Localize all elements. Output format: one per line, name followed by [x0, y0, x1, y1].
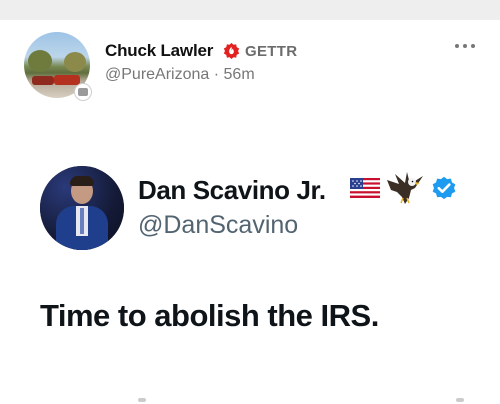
post-header: Chuck Lawler GETTR @PureArizona · 56m: [0, 20, 500, 110]
tweet-author-avatar: [40, 166, 124, 250]
us-flag-icon: [350, 178, 380, 198]
verified-badge-icon: [432, 176, 456, 200]
cropped-content-mark: [456, 398, 464, 402]
eagle-icon: [387, 172, 423, 204]
tweet-text: Time to abolish the IRS.: [40, 298, 379, 333]
post-timestamp: 56m: [223, 66, 255, 83]
platform-badge-label: GETTR: [245, 43, 298, 60]
author-meta: @PureArizona · 56m: [105, 66, 255, 84]
cropped-content-mark: [138, 398, 146, 402]
profile-badge-icon: [74, 83, 92, 101]
tweet-author-display-name: Dan Scavino Jr.: [138, 175, 326, 205]
author-handle[interactable]: @PureArizona: [105, 66, 209, 83]
top-divider-bar: [0, 0, 500, 20]
gettr-verified-icon: [223, 42, 240, 59]
tweet-author-handle: @DanScavino: [138, 211, 299, 239]
more-options-icon[interactable]: [451, 38, 479, 54]
author-display-name[interactable]: Chuck Lawler: [105, 41, 213, 61]
meta-separator: ·: [213, 66, 220, 83]
